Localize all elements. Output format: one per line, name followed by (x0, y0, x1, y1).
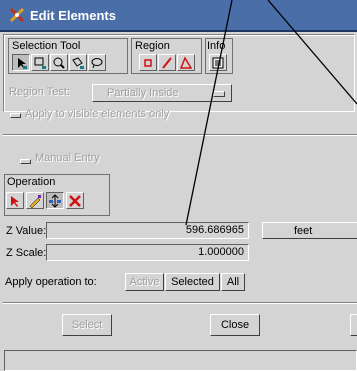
region-test-select[interactable]: Partially Inside (92, 84, 232, 102)
region-line-button[interactable] (158, 54, 176, 71)
region-test-value: Partially Inside (107, 87, 179, 99)
region-polygon-button[interactable] (177, 54, 195, 71)
rectangle-select-button[interactable] (31, 54, 49, 71)
z-value-text: 596.686965 (185, 224, 244, 236)
magnifier-select-button[interactable] (50, 54, 68, 71)
apply-selected-label: Selected (171, 276, 214, 288)
option-menu-indicator-icon (213, 91, 225, 97)
operation-delete-button[interactable] (66, 192, 84, 209)
unit-select[interactable] (262, 222, 357, 239)
operation-arrow-button[interactable] (6, 192, 24, 209)
info-icon (212, 57, 224, 69)
region-rectangle-icon (144, 59, 152, 67)
region-test-label: Region Test: (9, 86, 70, 98)
status-bar (4, 350, 357, 371)
window-title: Edit Elements (30, 8, 116, 23)
polygon-select-button[interactable] (69, 54, 87, 71)
close-button-label: Close (220, 319, 250, 331)
close-button[interactable]: Close (210, 314, 260, 336)
operation-label: Operation (7, 176, 56, 188)
lasso-select-button[interactable] (88, 54, 106, 71)
polygon-select-icon (72, 57, 84, 69)
select-button[interactable]: Select (62, 314, 112, 336)
apply-all-label: All (226, 276, 240, 288)
region-line-icon (162, 57, 172, 69)
z-value-field[interactable]: 596.686965 (46, 222, 249, 239)
apply-active-button[interactable]: Active (125, 273, 164, 291)
info-label: Info (207, 40, 226, 52)
manual-entry-checkbox[interactable] (20, 159, 31, 164)
move-z-icon (49, 194, 61, 208)
z-scale-text: 1.000000 (198, 246, 244, 258)
info-button[interactable] (209, 54, 227, 71)
magnifier-select-icon (53, 57, 65, 69)
z-value-label: Z Value: (6, 225, 47, 237)
region-polygon-icon (179, 56, 193, 69)
operation-move-z-button[interactable] (46, 192, 64, 209)
z-scale-field[interactable]: 1.000000 (46, 244, 249, 261)
apply-operation-label: Apply operation to: (5, 276, 97, 288)
tools-icon (9, 7, 25, 23)
title-bar[interactable]: Edit Elements (0, 0, 357, 32)
separator-bottom (3, 302, 357, 304)
z-scale-label: Z Scale: (6, 247, 47, 259)
rectangle-select-icon (34, 57, 46, 69)
pointer-select-button[interactable] (12, 54, 30, 71)
edit-elements-window: Edit Elements Selection Tool Region Info… (0, 0, 357, 371)
help-button[interactable] (350, 314, 357, 336)
manual-entry-label: Manual Entry (35, 152, 100, 164)
select-button-label: Select (71, 319, 103, 331)
apply-visible-checkbox[interactable] (10, 113, 21, 118)
delete-icon (69, 195, 81, 207)
lasso-select-icon (91, 58, 103, 69)
pointer-select-icon (18, 58, 27, 69)
region-rectangle-button[interactable] (139, 54, 157, 71)
apply-active-label: Active (129, 276, 160, 288)
arrow-icon (11, 196, 19, 207)
apply-all-button[interactable]: All (221, 273, 245, 291)
apply-selected-button[interactable]: Selected (165, 273, 220, 291)
pencil-icon (29, 195, 41, 208)
apply-visible-label: Apply to visible elements only (25, 108, 170, 120)
operation-pencil-button[interactable] (26, 192, 44, 209)
selection-tool-label: Selection Tool (12, 40, 81, 52)
separator-top (3, 134, 357, 136)
region-label: Region (135, 40, 170, 52)
